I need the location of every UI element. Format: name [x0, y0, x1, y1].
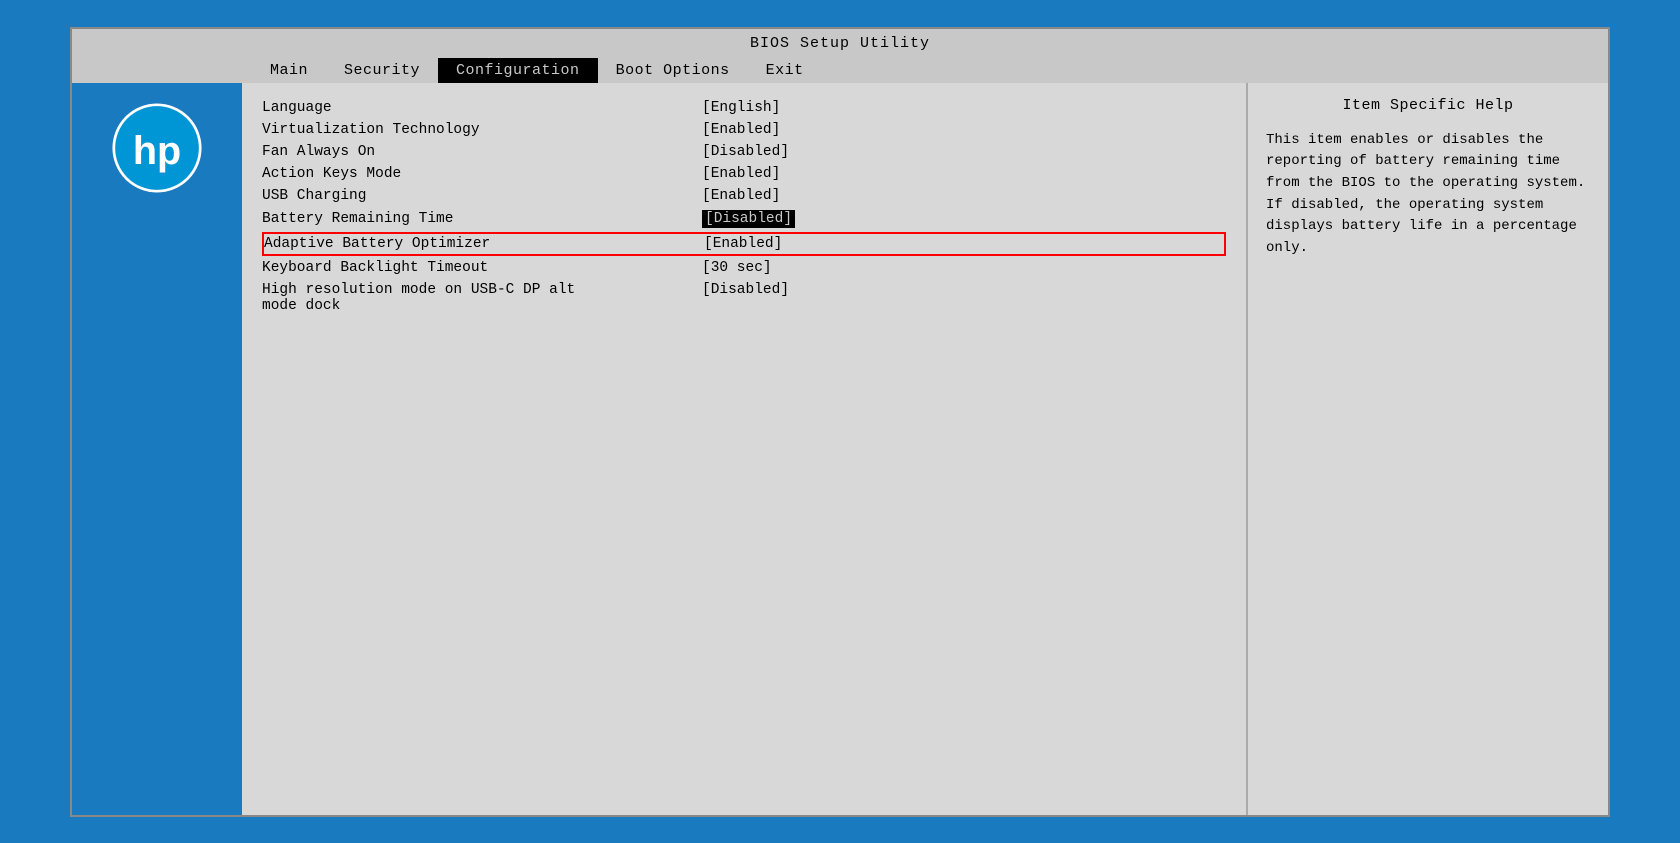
svg-text:hp: hp	[133, 129, 181, 173]
setting-value-adaptive-battery: [Enabled]	[704, 236, 782, 252]
setting-value-battery-time: [Disabled]	[702, 210, 795, 228]
setting-value-hires: [Disabled]	[702, 282, 789, 298]
nav-item-security[interactable]: Security	[326, 58, 438, 83]
nav-item-configuration[interactable]: Configuration	[438, 58, 598, 83]
setting-value-kbd-backlight: [30 sec]	[702, 260, 772, 276]
setting-row-action-keys[interactable]: Action Keys Mode [Enabled]	[262, 163, 1226, 185]
title-text: BIOS Setup Utility	[750, 35, 930, 52]
setting-row-language[interactable]: Language [English]	[262, 97, 1226, 119]
main-content: hp Language [English] Virtualization Tec…	[72, 83, 1608, 815]
setting-value-language: [English]	[702, 100, 780, 116]
setting-name-kbd-backlight: Keyboard Backlight Timeout	[262, 260, 702, 276]
setting-row-battery-time[interactable]: Battery Remaining Time [Disabled]	[262, 207, 1226, 231]
bios-window: BIOS Setup Utility Main Security Configu…	[70, 27, 1610, 817]
setting-value-fan: [Disabled]	[702, 144, 789, 160]
setting-name-fan: Fan Always On	[262, 144, 702, 160]
setting-name-language: Language	[262, 100, 702, 116]
help-title: Item Specific Help	[1266, 97, 1590, 114]
setting-value-virt: [Enabled]	[702, 122, 780, 138]
nav-item-boot-options[interactable]: Boot Options	[598, 58, 748, 83]
setting-name-battery-time: Battery Remaining Time	[262, 211, 702, 227]
setting-name-hires: High resolution mode on USB-C DP alt mod…	[262, 282, 702, 314]
setting-value-usb: [Enabled]	[702, 188, 780, 204]
nav-item-exit[interactable]: Exit	[748, 58, 822, 83]
setting-name-virt: Virtualization Technology	[262, 122, 702, 138]
settings-panel: Language [English] Virtualization Techno…	[242, 83, 1248, 815]
setting-name-usb: USB Charging	[262, 188, 702, 204]
setting-row-kbd-backlight[interactable]: Keyboard Backlight Timeout [30 sec]	[262, 257, 1226, 279]
help-text: This item enables or disables the report…	[1266, 130, 1590, 260]
setting-name-action-keys: Action Keys Mode	[262, 166, 702, 182]
setting-row-fan[interactable]: Fan Always On [Disabled]	[262, 141, 1226, 163]
setting-value-action-keys: [Enabled]	[702, 166, 780, 182]
bios-title: BIOS Setup Utility	[72, 29, 1608, 56]
setting-row-adaptive-battery[interactable]: Adaptive Battery Optimizer [Enabled]	[262, 232, 1226, 256]
nav-item-main[interactable]: Main	[252, 58, 326, 83]
setting-name-adaptive-battery: Adaptive Battery Optimizer	[264, 236, 704, 252]
hp-logo-icon: hp	[112, 103, 202, 193]
nav-menu: Main Security Configuration Boot Options…	[72, 56, 1608, 83]
setting-row-usb[interactable]: USB Charging [Enabled]	[262, 185, 1226, 207]
logo-area: hp	[72, 83, 242, 815]
setting-row-virt[interactable]: Virtualization Technology [Enabled]	[262, 119, 1226, 141]
help-panel: Item Specific Help This item enables or …	[1248, 83, 1608, 815]
setting-row-hires[interactable]: High resolution mode on USB-C DP alt mod…	[262, 279, 1226, 317]
